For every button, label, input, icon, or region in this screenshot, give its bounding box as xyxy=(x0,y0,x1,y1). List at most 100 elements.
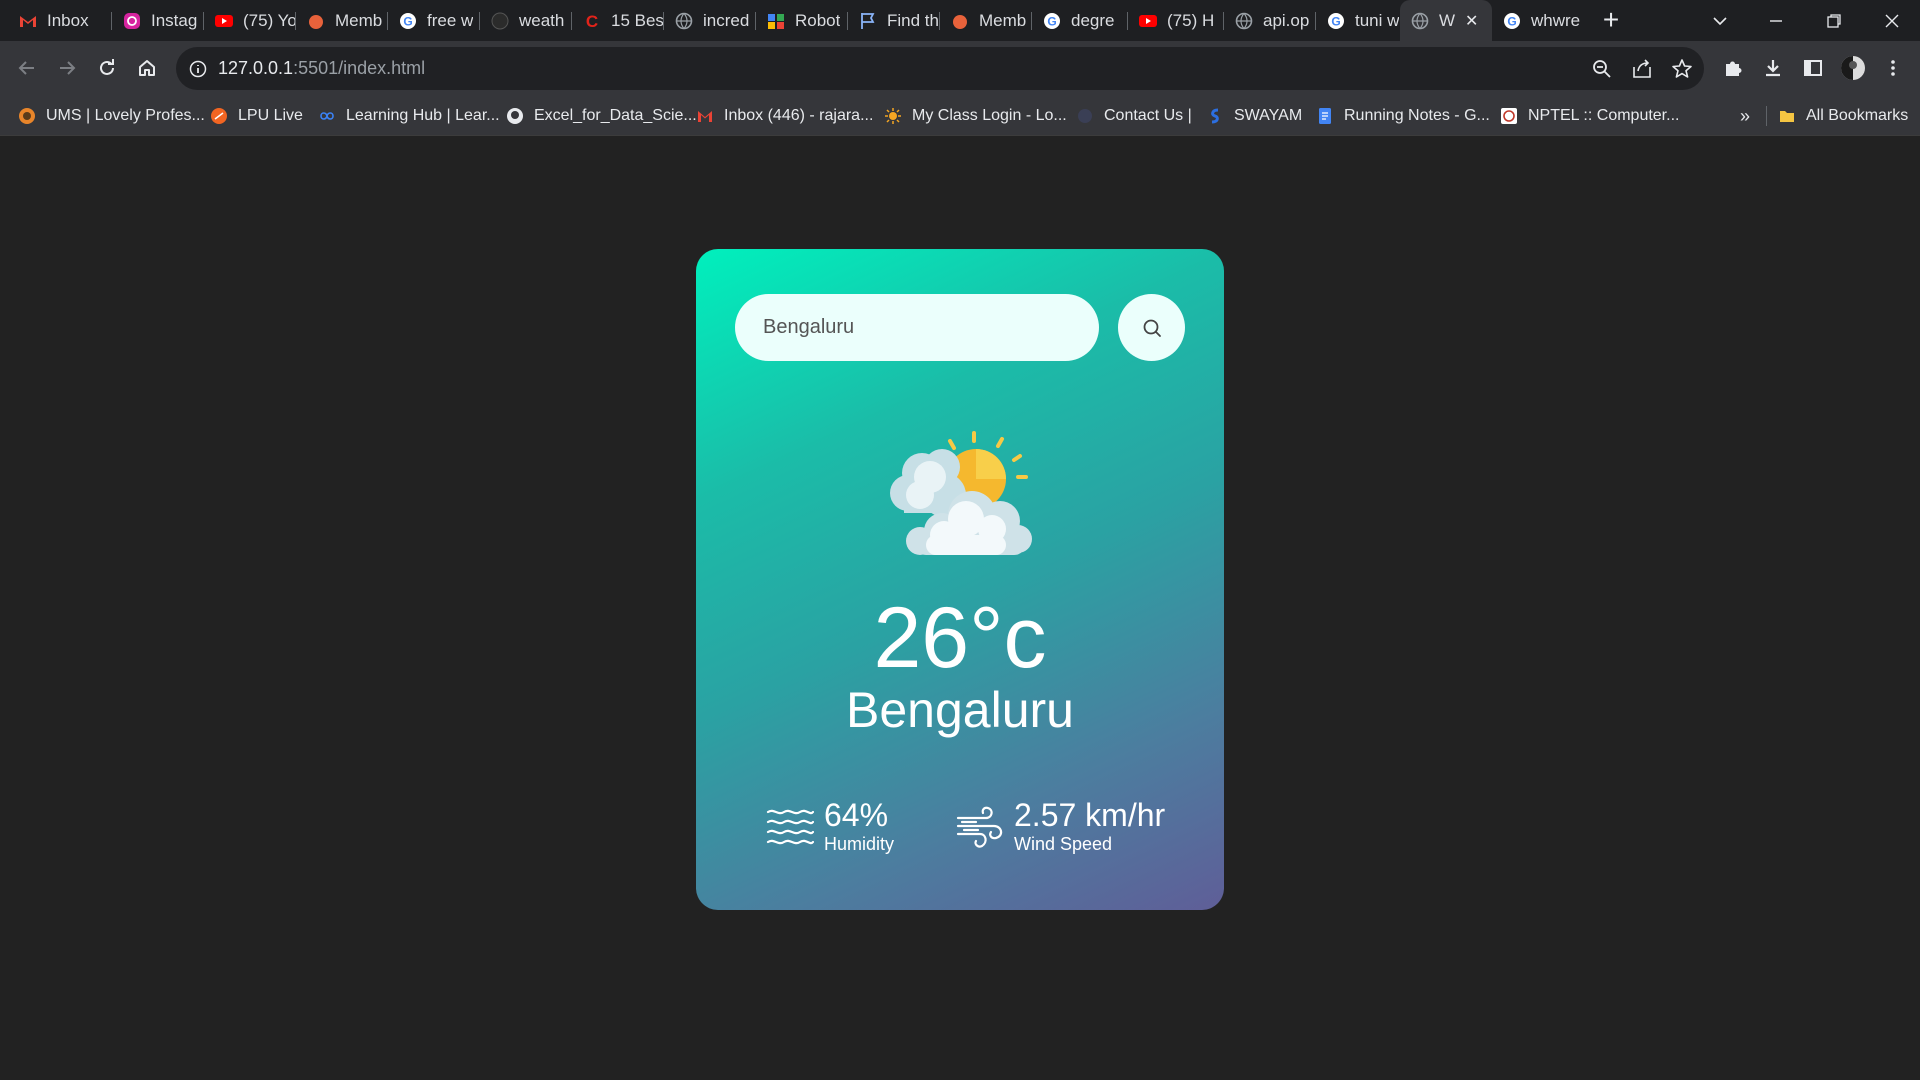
home-button[interactable] xyxy=(132,53,162,83)
tab-title: Robot xyxy=(795,10,841,30)
tab-member-2[interactable]: Memb xyxy=(940,0,1032,41)
tab-title: W xyxy=(1439,10,1456,30)
gmail-icon xyxy=(18,11,38,31)
bookmark-running-notes[interactable]: Running Notes - G... xyxy=(1316,96,1490,136)
humidity-text: 64% Humidity xyxy=(824,799,894,856)
tab-title: degre xyxy=(1071,10,1115,30)
tab-api-op[interactable]: api.op xyxy=(1224,0,1316,41)
profile-button[interactable] xyxy=(1838,53,1868,83)
bookmark-nptel[interactable]: NPTEL :: Computer... xyxy=(1500,96,1679,136)
bookmark-lpu-live[interactable]: LPU Live xyxy=(210,96,303,136)
wind-block: 2.57 km/hr Wind Speed xyxy=(956,799,1165,856)
tab-gmail-inbox[interactable]: Inbox xyxy=(8,0,112,41)
bookmark-label: Excel_for_Data_Scie... xyxy=(534,107,697,124)
member-icon xyxy=(306,11,326,31)
site-info-icon[interactable] xyxy=(188,59,208,79)
search-icon xyxy=(1143,319,1161,337)
youtube-icon xyxy=(214,11,234,31)
arrow-right-icon xyxy=(60,61,76,75)
weather-card: 26°c Bengaluru 64% Humidity 2.57 k xyxy=(696,249,1224,910)
downloads-button[interactable] xyxy=(1758,53,1788,83)
minimize-icon xyxy=(1770,19,1782,22)
c-logo-icon: C xyxy=(582,11,602,31)
bookmarks-overflow-button[interactable]: » xyxy=(1740,96,1750,136)
bookmark-learning-hub[interactable]: Learning Hub | Lear... xyxy=(318,96,500,136)
bookmark-excel-ds[interactable]: Excel_for_Data_Scie... xyxy=(506,96,697,136)
bookmark-label: SWAYAM xyxy=(1234,107,1303,124)
swayam-icon xyxy=(1206,107,1224,125)
reload-button[interactable] xyxy=(92,53,122,83)
bookmark-star-icon[interactable] xyxy=(1670,57,1694,81)
tab-title: 15 Bes xyxy=(611,10,664,30)
tab-github-weather[interactable]: weath xyxy=(480,0,572,41)
humidity-icon xyxy=(766,809,814,844)
tab-title: free w xyxy=(427,10,474,30)
side-panel-button[interactable] xyxy=(1798,53,1828,83)
bookmark-ums[interactable]: UMS | Lovely Profes... xyxy=(18,96,205,136)
puzzle-icon xyxy=(1726,61,1742,76)
zoom-icon[interactable] xyxy=(1590,57,1614,81)
address-bar[interactable]: 127.0.0.1:5501/index.html xyxy=(176,47,1704,90)
tab-instagram[interactable]: Instag xyxy=(112,0,204,41)
home-icon xyxy=(139,60,155,76)
extensions-button[interactable] xyxy=(1718,53,1748,83)
tab-search-button[interactable] xyxy=(1692,0,1748,41)
share-icon[interactable] xyxy=(1630,57,1654,81)
bookmarks-bar: UMS | Lovely Profes... LPU Live Learning… xyxy=(0,96,1920,136)
search-button[interactable] xyxy=(1118,294,1185,361)
tab-google-free[interactable]: G free w xyxy=(388,0,480,41)
browser-toolbar: 127.0.0.1:5501/index.html xyxy=(0,41,1920,96)
bookmark-inbox[interactable]: Inbox (446) - rajara... xyxy=(696,96,873,136)
svg-text:G: G xyxy=(403,14,412,28)
tab-robot[interactable]: Robot xyxy=(756,0,848,41)
folder-icon xyxy=(1778,107,1796,125)
close-tab-icon[interactable]: ✕ xyxy=(1465,11,1478,31)
tab-title: Find th xyxy=(887,10,939,30)
arrow-left-icon xyxy=(18,61,34,75)
tab-title: Inbox xyxy=(47,10,89,30)
tab-title: (75) H xyxy=(1167,10,1215,30)
bookmark-my-class[interactable]: My Class Login - Lo... xyxy=(884,96,1067,136)
city-name: Bengaluru xyxy=(846,682,1074,738)
tab-active-weather[interactable]: W ✕ xyxy=(1400,0,1492,41)
back-button[interactable] xyxy=(12,53,42,83)
url-path: :5501/index.html xyxy=(293,58,426,78)
robot-icon xyxy=(766,11,786,31)
bookmark-contact-us[interactable]: Contact Us | xyxy=(1076,96,1192,136)
city-search-input[interactable] xyxy=(735,294,1099,361)
youtube-icon xyxy=(1138,11,1158,31)
tab-title: weath xyxy=(519,10,565,30)
tab-youtube-2[interactable]: (75) H xyxy=(1128,0,1224,41)
forward-button[interactable] xyxy=(52,53,82,83)
url-text[interactable]: 127.0.0.1:5501/index.html xyxy=(218,58,425,79)
tab-google-degree[interactable]: G degre xyxy=(1032,0,1128,41)
bookmark-swayam[interactable]: SWAYAM xyxy=(1206,96,1302,136)
humidity-label: Humidity xyxy=(824,834,895,854)
globe-icon xyxy=(1234,11,1254,31)
tab-youtube-1[interactable]: (75) Yo xyxy=(204,0,296,41)
tab-title: Instag xyxy=(151,10,198,30)
tab-15-best[interactable]: C 15 Bes xyxy=(572,0,664,41)
tab-incred[interactable]: incred xyxy=(664,0,756,41)
tab-title: Memb xyxy=(335,10,383,30)
minimize-button[interactable] xyxy=(1748,0,1804,41)
tab-google-tuni[interactable]: G tuni w xyxy=(1316,0,1400,41)
menu-button[interactable] xyxy=(1878,53,1908,83)
reload-icon xyxy=(100,59,114,75)
close-window-button[interactable] xyxy=(1864,0,1920,41)
humidity-value: 64% xyxy=(824,797,889,833)
svg-text:C: C xyxy=(586,12,598,31)
new-tab-button[interactable]: + xyxy=(1596,4,1626,36)
all-bookmarks-label: All Bookmarks xyxy=(1806,107,1909,124)
close-icon xyxy=(1885,14,1899,27)
infinity-icon xyxy=(318,107,336,125)
tab-member-1[interactable]: Memb xyxy=(296,0,388,41)
tab-title: (75) Yo xyxy=(243,10,296,30)
svg-text:G: G xyxy=(1507,14,1516,28)
tab-find-the[interactable]: Find th xyxy=(848,0,940,41)
restore-button[interactable] xyxy=(1806,0,1862,41)
bookmark-label: Contact Us | xyxy=(1104,107,1192,124)
all-bookmarks-button[interactable]: All Bookmarks xyxy=(1778,96,1908,136)
bookmark-label: NPTEL :: Computer... xyxy=(1528,107,1680,124)
tab-google-whwre[interactable]: G whwre xyxy=(1492,0,1586,41)
